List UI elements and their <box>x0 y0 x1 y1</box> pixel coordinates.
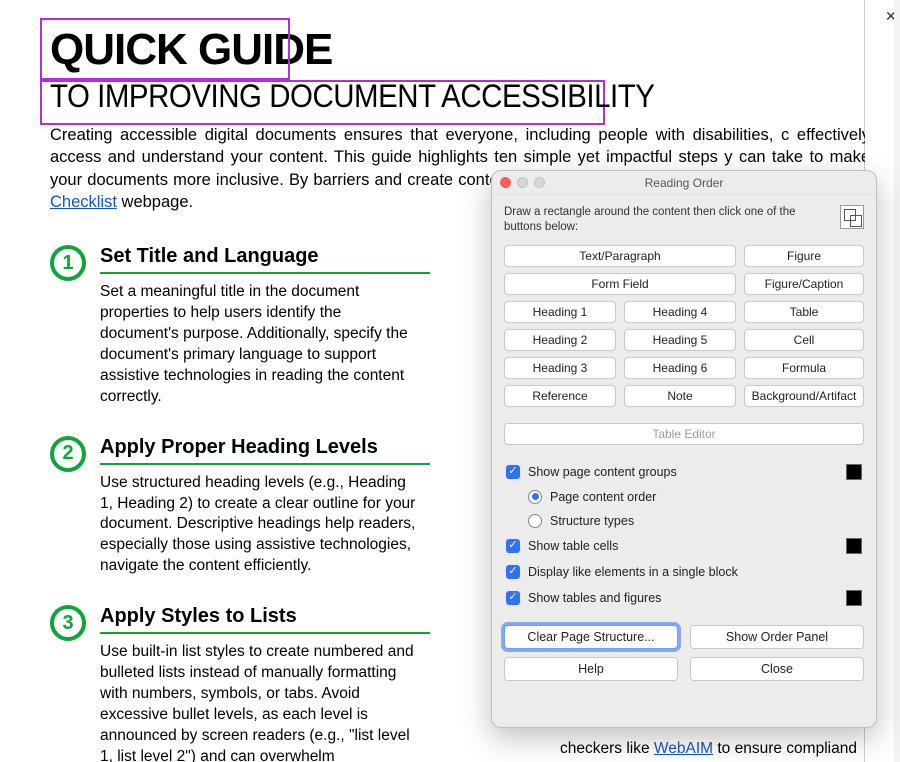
footer-pre: checkers like <box>560 740 654 757</box>
structure-types-label: Structure types <box>550 514 634 528</box>
scrollbar-track[interactable] <box>894 0 900 762</box>
doc-title: QUICK GUIDE <box>50 28 864 72</box>
step-1: 1 Set Title and Language Set a meaningfu… <box>50 245 430 408</box>
heading-4-button[interactable]: Heading 4 <box>624 301 736 323</box>
show-table-cells-checkbox[interactable]: ✓ <box>506 539 520 553</box>
step-body: Use structured heading levels (e.g., Hea… <box>100 473 420 578</box>
show-tables-figures-checkbox[interactable]: ✓ <box>506 591 520 605</box>
window-minimize-icon <box>517 177 528 188</box>
tables-figures-color-swatch[interactable] <box>846 590 862 606</box>
text-paragraph-button[interactable]: Text/Paragraph <box>504 245 736 267</box>
dialog-title: Reading Order <box>492 176 876 190</box>
help-button[interactable]: Help <box>504 657 678 681</box>
footer-fragment: checkers like WebAIM to ensure compliand <box>560 740 857 758</box>
table-button[interactable]: Table <box>744 301 864 323</box>
window-controls <box>500 177 545 188</box>
background-artifact-button[interactable]: Background/Artifact <box>744 385 864 407</box>
show-table-cells-label: Show table cells <box>528 539 618 553</box>
single-block-label: Display like elements in a single block <box>528 565 738 579</box>
doc-subtitle: TO IMPROVING DOCUMENT ACCESSIBILITY <box>50 80 799 112</box>
step-badge: 3 <box>50 605 86 641</box>
intro-text-2: webpage. <box>117 193 193 211</box>
step-body: Set a meaningful title in the document p… <box>100 282 420 408</box>
show-groups-checkbox[interactable]: ✓ <box>506 465 520 479</box>
step-heading: Apply Styles to Lists <box>100 605 430 634</box>
step-heading: Set Title and Language <box>100 245 430 274</box>
figure-caption-button[interactable]: Figure/Caption <box>744 273 864 295</box>
show-groups-label: Show page content groups <box>528 465 677 479</box>
footer-post: to ensure compliand <box>713 740 857 757</box>
reference-button[interactable]: Reference <box>504 385 616 407</box>
dialog-instruction: Draw a rectangle around the content then… <box>504 205 814 235</box>
structure-types-radio[interactable] <box>528 514 542 528</box>
single-block-checkbox[interactable]: ✓ <box>506 565 520 579</box>
reading-order-dialog: Reading Order Draw a rectangle around th… <box>491 170 877 728</box>
step-2: 2 Apply Proper Heading Levels Use struct… <box>50 436 430 578</box>
page-content-order-radio[interactable] <box>528 490 542 504</box>
cell-button[interactable]: Cell <box>744 329 864 351</box>
note-button[interactable]: Note <box>624 385 736 407</box>
step-heading: Apply Proper Heading Levels <box>100 436 430 465</box>
groups-color-swatch[interactable] <box>846 464 862 480</box>
page-content-order-label: Page content order <box>550 490 656 504</box>
step-body: Use built-in list styles to create numbe… <box>100 642 420 762</box>
heading-6-button[interactable]: Heading 6 <box>624 357 736 379</box>
heading-5-button[interactable]: Heading 5 <box>624 329 736 351</box>
step-3: 3 Apply Styles to Lists Use built-in lis… <box>50 605 430 762</box>
window-close-icon[interactable] <box>500 177 511 188</box>
close-button[interactable]: Close <box>690 657 864 681</box>
table-cells-color-swatch[interactable] <box>846 538 862 554</box>
heading-3-button[interactable]: Heading 3 <box>504 357 616 379</box>
steps-list: 1 Set Title and Language Set a meaningfu… <box>50 245 430 762</box>
webaim-link[interactable]: WebAIM <box>654 740 713 757</box>
formula-button[interactable]: Formula <box>744 357 864 379</box>
show-order-panel-button[interactable]: Show Order Panel <box>690 625 864 649</box>
heading-1-button[interactable]: Heading 1 <box>504 301 616 323</box>
show-tables-figures-label: Show tables and figures <box>528 591 661 605</box>
reading-order-icon[interactable] <box>840 205 864 229</box>
step-badge: 1 <box>50 245 86 281</box>
clear-page-structure-button[interactable]: Clear Page Structure... <box>504 625 678 649</box>
form-field-button[interactable]: Form Field <box>504 273 736 295</box>
step-badge: 2 <box>50 436 86 472</box>
heading-2-button[interactable]: Heading 2 <box>504 329 616 351</box>
dialog-titlebar[interactable]: Reading Order <box>492 171 876 195</box>
table-editor-button[interactable]: Table Editor <box>504 423 864 445</box>
window-zoom-icon <box>534 177 545 188</box>
figure-button[interactable]: Figure <box>744 245 864 267</box>
